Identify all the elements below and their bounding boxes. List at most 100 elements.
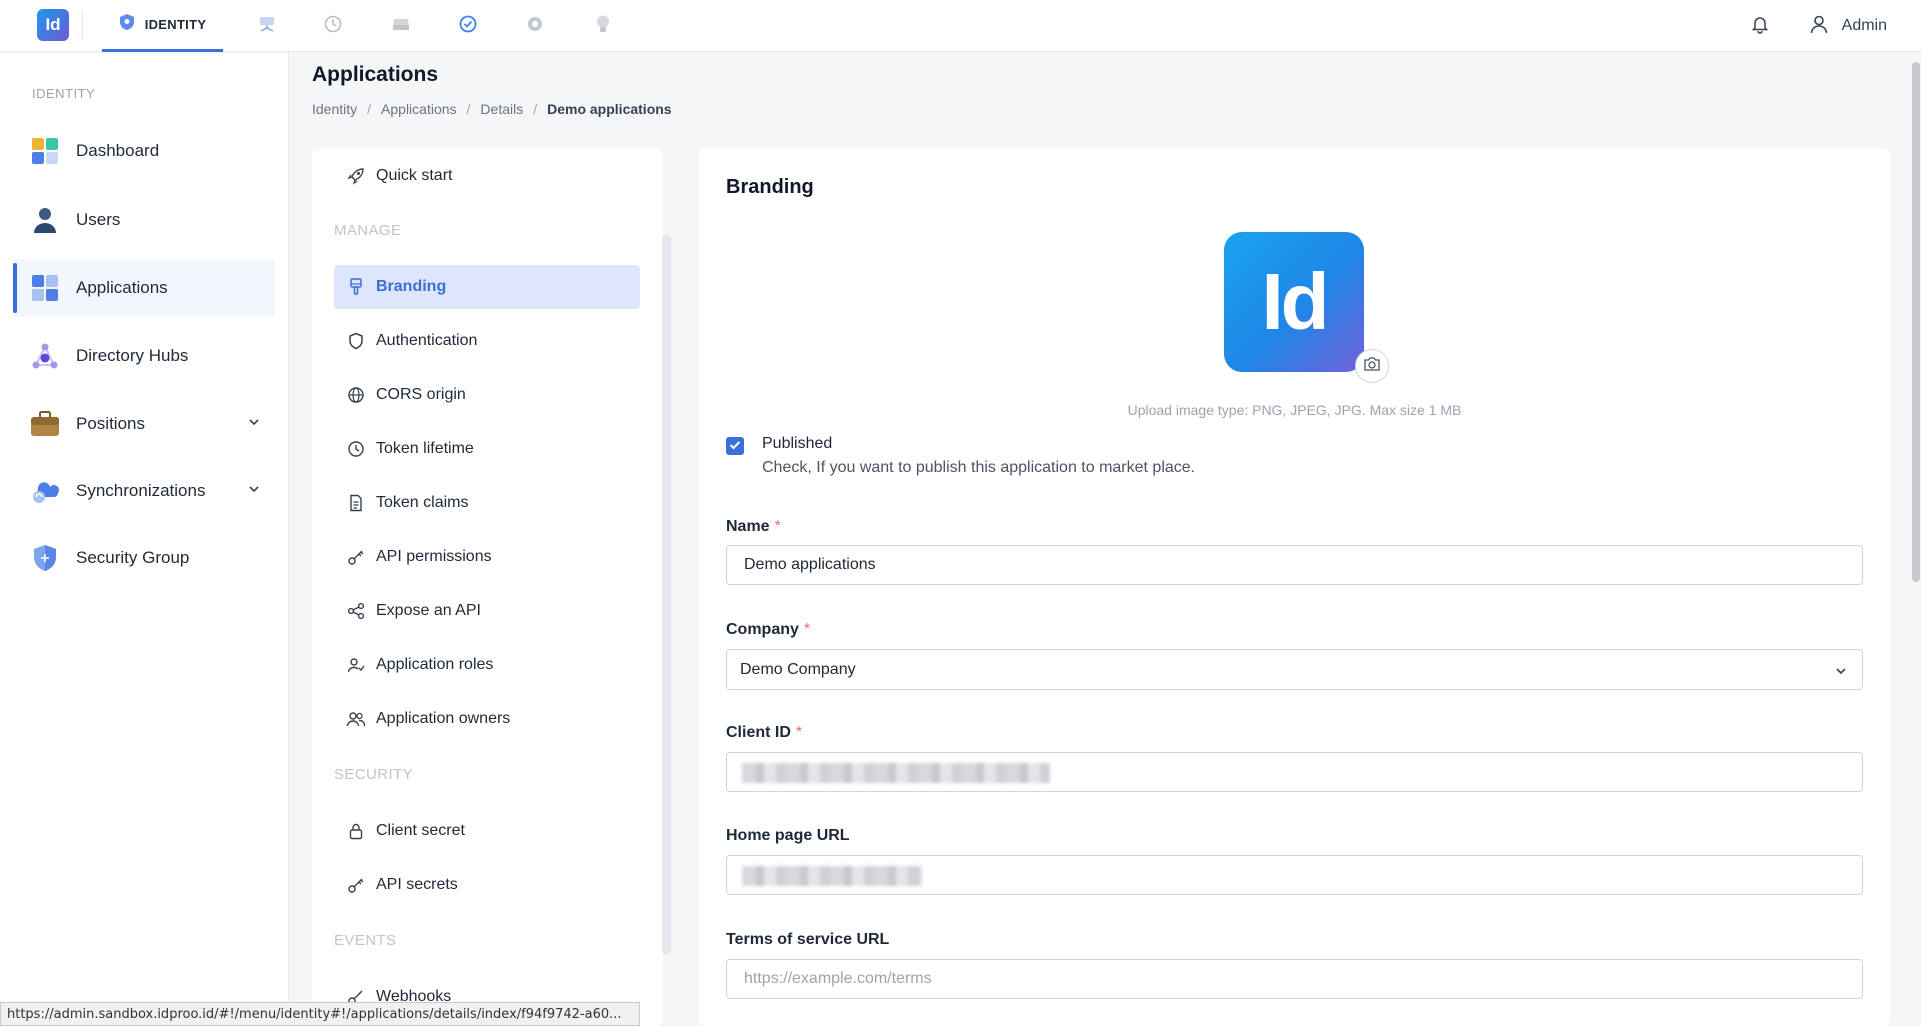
page-scrollbar[interactable] — [1912, 62, 1920, 582]
sidebar-item-positions[interactable]: Positions — [13, 395, 275, 453]
camera-icon — [1363, 356, 1381, 377]
menu-item-label: API secrets — [376, 876, 458, 893]
tab-identity[interactable]: IDENTITY — [102, 0, 223, 52]
breadcrumb-item[interactable]: Details — [480, 101, 523, 117]
menu-item-application-owners[interactable]: Application owners — [334, 697, 640, 741]
menu-item-api-permissions[interactable]: API permissions — [334, 535, 640, 579]
app-logo[interactable]: Id — [37, 9, 69, 41]
tab-storage[interactable] — [386, 0, 416, 52]
tab-identity-label: IDENTITY — [144, 17, 207, 32]
name-input[interactable] — [726, 545, 1863, 585]
name-label-text: Name — [726, 518, 770, 535]
company-label: Company * — [726, 621, 810, 639]
user-icon[interactable] — [1808, 13, 1830, 40]
tab-history[interactable] — [318, 0, 348, 52]
gear-icon — [525, 14, 545, 39]
company-select-value: Demo Company — [740, 660, 856, 678]
published-checkbox[interactable] — [726, 437, 744, 455]
menu-item-label: Application owners — [376, 710, 511, 727]
menu-item-token-claims[interactable]: Token claims — [334, 481, 640, 525]
dashboard-icon — [30, 136, 60, 166]
storage-icon — [391, 15, 411, 38]
upload-logo-button[interactable] — [1355, 349, 1389, 383]
menu-item-label: Authentication — [376, 332, 478, 349]
document-icon — [346, 493, 366, 513]
key-icon — [346, 875, 366, 895]
redacted-value — [742, 763, 1050, 783]
clock-icon — [346, 439, 366, 459]
sidebar-item-directory-hubs[interactable]: Directory Hubs — [13, 327, 275, 385]
menu-section-manage: MANAGE — [334, 222, 402, 239]
users-icon — [346, 709, 366, 729]
menu-item-token-lifetime[interactable]: Token lifetime — [334, 427, 640, 471]
history-icon — [323, 14, 343, 39]
page-title: Applications — [312, 63, 439, 86]
menu-scrollbar[interactable] — [662, 235, 671, 955]
hub-icon — [30, 341, 60, 371]
sidebar-item-label: Synchronizations — [76, 481, 206, 500]
check-circle-icon — [458, 14, 478, 39]
home-url-input[interactable] — [726, 855, 1863, 895]
user-role-icon — [346, 655, 366, 675]
sidebar-item-label: Users — [76, 210, 121, 229]
menu-item-application-roles[interactable]: Application roles — [334, 643, 640, 687]
sidebar-item-label: Dashboard — [76, 141, 160, 160]
chevron-down-icon[interactable] — [247, 415, 261, 434]
tab-check[interactable] — [453, 0, 483, 52]
details-menu: Quick start MANAGE Branding Authenticati… — [312, 149, 663, 1026]
menu-item-cors-origin[interactable]: CORS origin — [334, 373, 640, 417]
sidebar-item-label: Directory Hubs — [76, 346, 189, 365]
sidebar-section-title: IDENTITY — [32, 86, 96, 101]
sidebar-item-users[interactable]: Users — [13, 191, 275, 249]
published-label: Published — [762, 435, 833, 452]
sidebar-item-label: Security Group — [76, 548, 190, 567]
share-icon — [346, 601, 366, 621]
menu-item-authentication[interactable]: Authentication — [334, 319, 640, 363]
breadcrumb-separator: / — [533, 101, 538, 117]
company-label-text: Company — [726, 621, 799, 638]
menu-item-branding[interactable]: Branding — [334, 265, 640, 309]
required-mark: * — [803, 621, 811, 638]
menu-item-client-secret[interactable]: Client secret — [334, 809, 640, 853]
menu-item-label: API permissions — [376, 548, 492, 565]
tab-settings[interactable] — [520, 0, 550, 52]
breadcrumb-item[interactable]: Identity — [312, 101, 357, 117]
user-name[interactable]: Admin — [1842, 17, 1887, 35]
menu-item-quick-start[interactable]: Quick start — [334, 154, 640, 198]
user-icon — [30, 205, 60, 235]
client-id-label: Client ID * — [726, 724, 802, 742]
bell-icon[interactable] — [1750, 14, 1770, 39]
menu-item-api-secrets[interactable]: API secrets — [334, 863, 640, 907]
shield-icon — [119, 13, 135, 36]
status-url-bar: https://admin.sandbox.idproo.id/#!/menu/… — [0, 1002, 640, 1026]
briefcase-icon — [30, 409, 60, 439]
home-url-label: Home page URL — [726, 827, 850, 844]
chevron-down-icon — [1834, 664, 1848, 683]
chevron-down-icon[interactable] — [247, 482, 261, 501]
company-select[interactable]: Demo Company — [726, 649, 1863, 690]
terms-url-input[interactable] — [726, 959, 1863, 999]
check-icon — [729, 437, 741, 455]
tab-ideas[interactable] — [588, 0, 618, 52]
menu-item-label: Token lifetime — [376, 440, 474, 457]
tab-network[interactable] — [252, 0, 282, 52]
sidebar-item-synchronizations[interactable]: Synchronizations — [13, 462, 275, 520]
client-id-label-text: Client ID — [726, 724, 791, 741]
breadcrumb-item[interactable]: Applications — [381, 101, 457, 117]
sidebar-item-label: Positions — [76, 414, 145, 433]
shield-icon — [30, 543, 60, 573]
breadcrumb-current: Demo applications — [547, 101, 672, 117]
sidebar-item-dashboard[interactable]: Dashboard — [13, 122, 275, 180]
network-icon — [257, 15, 277, 38]
sidebar-item-security-group[interactable]: Security Group — [13, 529, 275, 587]
menu-section-security: SECURITY — [334, 766, 414, 783]
client-id-input[interactable] — [726, 752, 1863, 792]
globe-icon — [346, 385, 366, 405]
breadcrumb-separator: / — [466, 101, 471, 117]
logo-divider — [82, 12, 83, 40]
menu-item-label: Client secret — [376, 822, 465, 839]
menu-item-label: Branding — [376, 278, 447, 295]
menu-item-expose-api[interactable]: Expose an API — [334, 589, 640, 633]
breadcrumb-separator: / — [367, 101, 372, 117]
sidebar-item-applications[interactable]: Applications — [13, 259, 275, 317]
